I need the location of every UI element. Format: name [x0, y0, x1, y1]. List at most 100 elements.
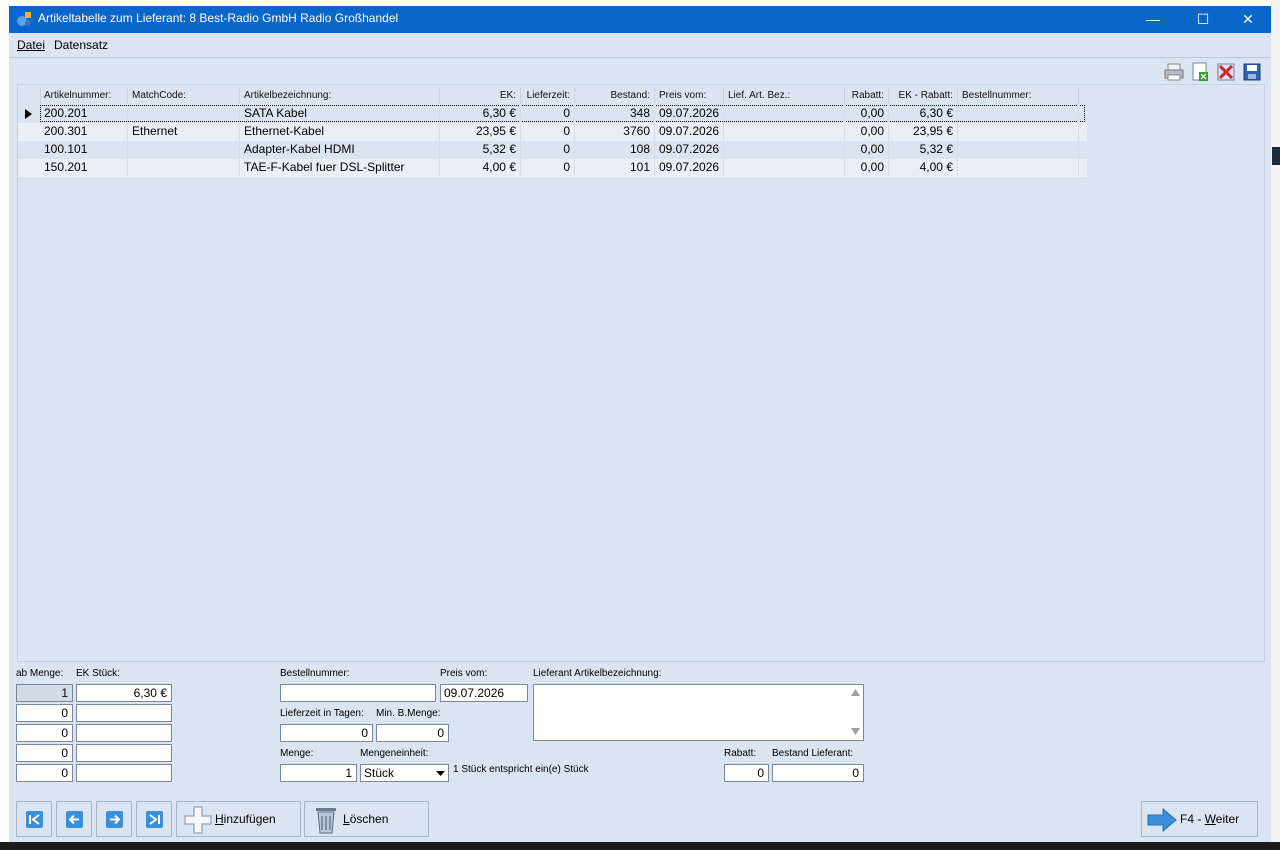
cell-bestellnummer[interactable] — [959, 141, 1079, 158]
cell-ek[interactable]: 5,32 € — [441, 141, 521, 158]
delete-button[interactable]: Löschen — [304, 801, 429, 837]
next-record-button[interactable] — [96, 801, 132, 837]
cell-artikelnummer[interactable]: 200.301 — [41, 123, 128, 140]
column-header-rabatt[interactable]: Rabatt: — [846, 87, 889, 104]
staffel-ek-field[interactable]: 6,30 € — [76, 684, 172, 702]
next-step-button[interactable]: F4 - Weiter — [1141, 801, 1258, 837]
cell-artikelnummer[interactable]: 100.101 — [41, 141, 128, 158]
close-button[interactable]: ✕ — [1225, 6, 1271, 33]
cell-lieferzeit[interactable]: 0 — [522, 159, 575, 176]
preis-vom-field[interactable]: 09.07.2026 — [440, 684, 528, 702]
scroll-up-icon[interactable] — [851, 689, 860, 696]
article-grid[interactable]: Artikelnummer: MatchCode: Artikelbezeich… — [17, 84, 1265, 662]
export-excel-icon[interactable] — [1189, 61, 1211, 83]
cell-bestand[interactable]: 348 — [576, 105, 655, 122]
bestellnummer-field[interactable] — [280, 684, 436, 702]
mengeneinheit-select[interactable]: Stück — [360, 764, 449, 782]
staffel-ek-field[interactable] — [76, 764, 172, 782]
cell-artikelnummer[interactable]: 150.201 — [41, 159, 128, 176]
cell-bezeichnung[interactable]: Ethernet-Kabel — [241, 123, 440, 140]
column-header-preis-vom[interactable]: Preis vom: — [656, 87, 724, 104]
bestand-lieferant-field[interactable]: 0 — [772, 764, 864, 782]
column-header-artikelnummer[interactable]: Artikelnummer: — [41, 87, 128, 104]
column-header-lief-art-bez[interactable]: Lief. Art. Bez.: — [725, 87, 845, 104]
cell-preis-vom[interactable]: 09.07.2026 — [656, 141, 724, 158]
cell-lief-art-bez[interactable] — [725, 105, 845, 122]
column-header-ek-rabatt[interactable]: EK - Rabatt: — [890, 87, 958, 104]
staffel-ek-field[interactable] — [76, 724, 172, 742]
staffel-ek-field[interactable] — [76, 744, 172, 762]
table-row[interactable]: 200.201 SATA Kabel 6,30 € 0 348 09.07.20… — [18, 105, 1087, 123]
cell-matchcode[interactable] — [129, 141, 240, 158]
lieferzeit-field[interactable]: 0 — [280, 724, 373, 742]
staffel-menge-field[interactable]: 1 — [16, 684, 73, 702]
table-row[interactable]: 200.301 Ethernet Ethernet-Kabel 23,95 € … — [18, 123, 1087, 141]
cell-rabatt[interactable]: 0,00 — [846, 123, 889, 140]
table-row[interactable]: 100.101 Adapter-Kabel HDMI 5,32 € 0 108 … — [18, 141, 1087, 159]
column-header-bestellnummer[interactable]: Bestellnummer: — [959, 87, 1079, 104]
staffel-ek-field[interactable] — [76, 704, 172, 722]
staffel-menge-field[interactable]: 0 — [16, 764, 73, 782]
minimize-button[interactable]: — — [1130, 6, 1176, 33]
print-icon[interactable] — [1163, 61, 1185, 83]
column-header-lieferzeit[interactable]: Lieferzeit: — [522, 87, 575, 104]
cell-ek-rabatt[interactable]: 6,30 € — [890, 105, 958, 122]
add-button[interactable]: Hinzufügen — [176, 801, 301, 837]
cell-bestellnummer[interactable] — [959, 123, 1079, 140]
cell-lieferzeit[interactable]: 0 — [522, 105, 575, 122]
staffel-menge-field[interactable]: 0 — [16, 724, 73, 742]
cell-preis-vom[interactable]: 09.07.2026 — [656, 123, 724, 140]
cell-ek-rabatt[interactable]: 5,32 € — [890, 141, 958, 158]
column-header-matchcode[interactable]: MatchCode: — [129, 87, 240, 104]
cell-matchcode[interactable] — [129, 159, 240, 176]
maximize-button[interactable]: ☐ — [1180, 6, 1226, 33]
cell-matchcode[interactable] — [129, 105, 240, 122]
menu-datensatz[interactable]: Datensatz — [54, 38, 108, 52]
cell-ek-rabatt[interactable]: 23,95 € — [890, 123, 958, 140]
cell-rabatt[interactable]: 0,00 — [846, 105, 889, 122]
cell-ek-rabatt[interactable]: 4,00 € — [890, 159, 958, 176]
cell-bestand[interactable]: 3760 — [576, 123, 655, 140]
min-menge-field[interactable]: 0 — [376, 724, 449, 742]
cell-lief-art-bez[interactable] — [725, 141, 845, 158]
staffel-menge-field[interactable]: 0 — [16, 704, 73, 722]
cell-bezeichnung[interactable]: TAE-F-Kabel fuer DSL-Splitter — [241, 159, 440, 176]
chevron-down-icon[interactable] — [433, 765, 448, 781]
cell-rabatt[interactable]: 0,00 — [846, 159, 889, 176]
cell-lieferzeit[interactable]: 0 — [522, 123, 575, 140]
delete-icon[interactable] — [1215, 61, 1237, 83]
cell-matchcode[interactable]: Ethernet — [129, 123, 240, 140]
save-icon[interactable] — [1241, 61, 1263, 83]
cell-bestand[interactable]: 108 — [576, 141, 655, 158]
cell-lief-art-bez[interactable] — [725, 159, 845, 176]
cell-bestellnummer[interactable] — [959, 159, 1079, 176]
cell-ek[interactable]: 23,95 € — [441, 123, 521, 140]
cell-ek[interactable]: 4,00 € — [441, 159, 521, 176]
staffel-menge-field[interactable]: 0 — [16, 744, 73, 762]
title-bar[interactable]: Artikeltabelle zum Lieferant: 8 Best-Rad… — [9, 6, 1271, 33]
menge-field[interactable]: 1 — [280, 764, 357, 782]
rabatt-field[interactable]: 0 — [724, 764, 769, 782]
cell-rabatt[interactable]: 0,00 — [846, 141, 889, 158]
cell-bezeichnung[interactable]: Adapter-Kabel HDMI — [241, 141, 440, 158]
cell-artikelnummer[interactable]: 200.201 — [41, 105, 128, 122]
cell-bestand[interactable]: 101 — [576, 159, 655, 176]
cell-bestellnummer[interactable] — [959, 105, 1079, 122]
cell-preis-vom[interactable]: 09.07.2026 — [656, 105, 724, 122]
lieferant-bez-textarea[interactable] — [533, 684, 864, 741]
textarea-scrollbar[interactable] — [847, 685, 863, 740]
last-record-button[interactable] — [136, 801, 172, 837]
column-header-ek[interactable]: EK: — [441, 87, 521, 104]
cell-lief-art-bez[interactable] — [725, 123, 845, 140]
scroll-down-icon[interactable] — [851, 728, 860, 735]
cell-lieferzeit[interactable]: 0 — [522, 141, 575, 158]
first-record-button[interactable] — [16, 801, 52, 837]
cell-bezeichnung[interactable]: SATA Kabel — [241, 105, 440, 122]
cell-ek[interactable]: 6,30 € — [441, 105, 521, 122]
table-row[interactable]: 150.201 TAE-F-Kabel fuer DSL-Splitter 4,… — [18, 159, 1087, 177]
previous-record-button[interactable] — [56, 801, 92, 837]
column-header-artikelbezeichnung[interactable]: Artikelbezeichnung: — [241, 87, 440, 104]
cell-preis-vom[interactable]: 09.07.2026 — [656, 159, 724, 176]
menu-datei[interactable]: Datei — [17, 38, 45, 52]
column-header-bestand[interactable]: Bestand: — [576, 87, 655, 104]
